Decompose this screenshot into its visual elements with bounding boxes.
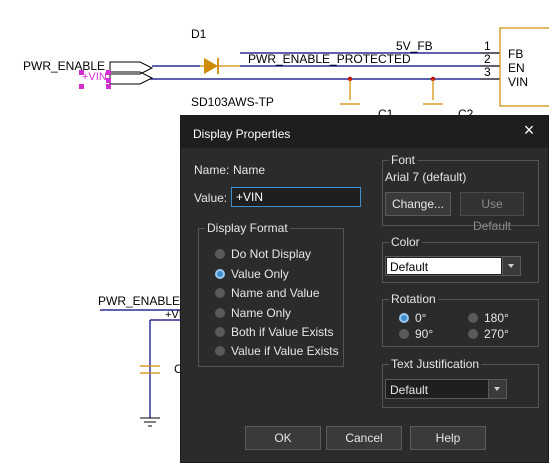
color-group: Color Default [382, 236, 539, 283]
text-justification-legend: Text Justification [389, 357, 482, 371]
radio-label: 0° [415, 311, 427, 325]
ok-button[interactable]: OK [245, 426, 321, 450]
chevron-down-icon [488, 380, 506, 398]
radio-name-and-value[interactable]: Name and Value [215, 287, 320, 299]
diode-part-number[interactable]: SD103AWS-TP [191, 96, 274, 108]
name-label: Name: [194, 163, 230, 177]
radio-do-not-display[interactable]: Do Not Display [215, 248, 311, 260]
radio-label: 180° [484, 311, 509, 325]
radio-indicator [215, 346, 225, 356]
pin-name-vin: VIN [508, 75, 529, 89]
font-current: Arial 7 (default) [385, 170, 467, 184]
color-select-value: Default [387, 258, 501, 274]
font-legend: Font [389, 153, 418, 167]
pin-number-2: 2 [484, 52, 491, 66]
name-value: Name [233, 163, 266, 177]
radio-indicator [468, 329, 478, 339]
diode-d1 [200, 58, 240, 74]
pin-number-1: 1 [484, 39, 491, 53]
font-group: Font Arial 7 (default) Change... Use Def… [382, 154, 539, 233]
color-select[interactable]: Default [385, 256, 521, 276]
radio-both-if-value-exists[interactable]: Both if Value Exists [215, 326, 334, 338]
radio-indicator [215, 288, 225, 298]
value-label: Value: [194, 191, 228, 205]
pin-number-3: 3 [484, 65, 491, 79]
radio-label: Name and Value [231, 286, 320, 300]
radio-rotation-0[interactable]: 0° [399, 312, 426, 324]
rotation-legend: Rotation [389, 292, 438, 306]
display-properties-dialog: Display Properties × Name: Name Value: +… [180, 115, 549, 463]
radio-label: Name Only [231, 306, 292, 320]
cancel-button[interactable]: Cancel [326, 426, 402, 450]
radio-label: Both if Value Exists [231, 325, 334, 339]
radio-indicator [468, 313, 478, 323]
radio-indicator-selected [215, 269, 225, 279]
justification-select[interactable]: Default [385, 379, 507, 399]
radio-indicator [215, 249, 225, 259]
net-label-5v-fb[interactable]: 5V_FB [396, 40, 433, 52]
diode-designator[interactable]: D1 [191, 28, 206, 40]
radio-value-if-value-exists[interactable]: Value if Value Exists [215, 345, 339, 357]
radio-label: 270° [484, 327, 509, 341]
radio-rotation-270[interactable]: 270° [468, 328, 509, 340]
use-default-font-button[interactable]: Use Default [460, 192, 524, 233]
display-format-group: Display Format Do Not Display Value Only… [198, 222, 344, 367]
radio-indicator [399, 329, 409, 339]
net-label-pwr-enable-protected[interactable]: PWR_ENABLE_PROTECTED [248, 53, 411, 65]
pin-name-fb: FB [508, 47, 524, 61]
radio-value-only[interactable]: Value Only [215, 268, 289, 280]
close-icon[interactable]: × [522, 120, 536, 141]
display-format-legend: Display Format [205, 221, 290, 235]
dialog-titlebar[interactable]: Display Properties × [181, 116, 548, 148]
radio-label: Value if Value Exists [231, 344, 339, 358]
help-button[interactable]: Help [410, 426, 486, 450]
radio-label: Value Only [231, 267, 289, 281]
change-font-button[interactable]: Change... [385, 192, 451, 216]
dialog-title: Display Properties [193, 127, 291, 141]
value-input[interactable]: +VIN [231, 187, 361, 207]
radio-label: Do Not Display [231, 247, 312, 261]
chevron-down-icon [502, 257, 520, 275]
pin-name-en: EN [508, 61, 525, 75]
radio-indicator [215, 308, 225, 318]
radio-indicator [215, 327, 225, 337]
color-legend: Color [389, 235, 422, 249]
radio-rotation-180[interactable]: 180° [468, 312, 509, 324]
radio-rotation-90[interactable]: 90° [399, 328, 433, 340]
rotation-group: Rotation 0° 180° 90° 270° [382, 293, 539, 347]
radio-name-only[interactable]: Name Only [215, 307, 291, 319]
justification-select-value: Default [390, 383, 429, 397]
radio-label: 90° [415, 327, 434, 341]
net-label-pwr-enable-lower[interactable]: PWR_ENABLE [98, 295, 180, 307]
text-justification-group: Text Justification Default [382, 358, 539, 408]
net-label-vin-selected[interactable]: +VIN [82, 72, 107, 83]
radio-indicator-selected [399, 313, 409, 323]
